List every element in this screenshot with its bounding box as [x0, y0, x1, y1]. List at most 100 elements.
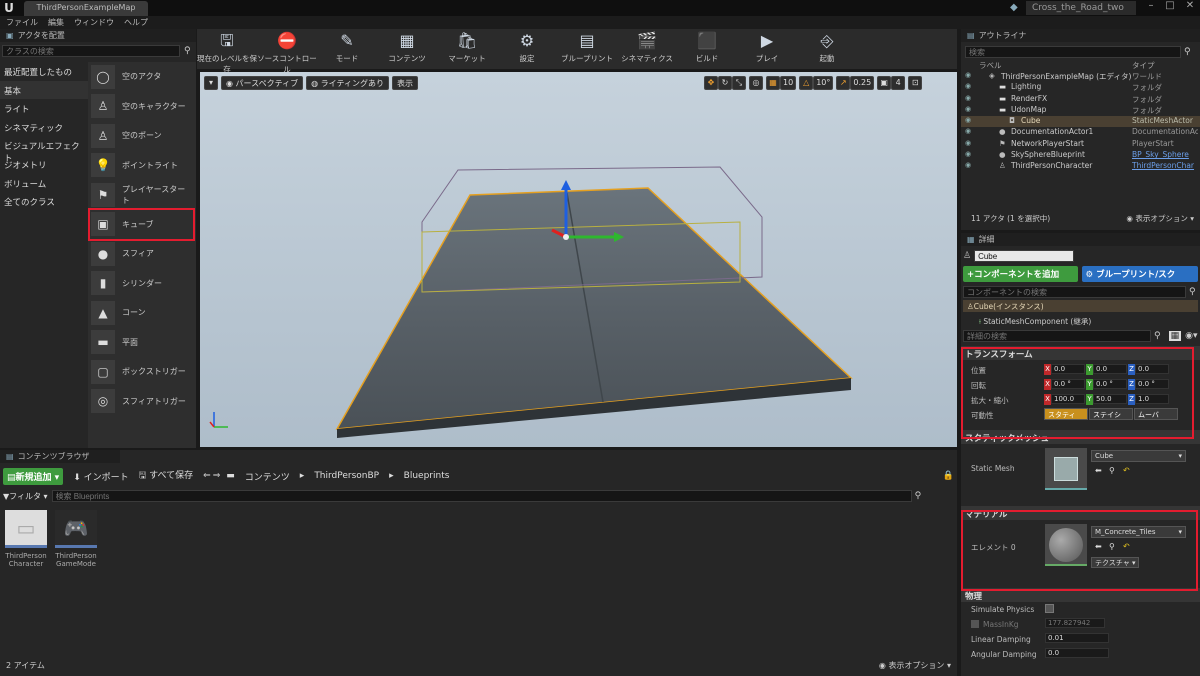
- world-local-icon[interactable]: ◎: [749, 76, 763, 90]
- import-button[interactable]: ⬇ インポート: [73, 470, 128, 483]
- menu-edit[interactable]: 編集: [48, 17, 64, 28]
- actor-item[interactable]: ◎ スフィアトリガー: [88, 387, 196, 417]
- scale-snap-icon[interactable]: ↗: [836, 76, 851, 90]
- scale-icon[interactable]: ⤡: [732, 76, 746, 90]
- actor-item[interactable]: ▢ ボックストリガー: [88, 357, 196, 387]
- outliner-row[interactable]: ◉ ▬ Lighting フォルダ: [961, 82, 1200, 93]
- outliner-row[interactable]: ◉ ◈ ThirdPersonExampleMap (エディタ) ワールド: [961, 71, 1200, 82]
- component-row[interactable]: ⟊ StaticMeshComponent (継承): [961, 313, 1200, 327]
- visibility-eye-icon[interactable]: ◉: [965, 71, 971, 79]
- toolbar-button[interactable]: ✎ モード: [317, 29, 377, 69]
- visibility-eye-icon[interactable]: ◉: [965, 116, 971, 124]
- place-actors-tab[interactable]: ▣ アクタを配置: [0, 29, 196, 42]
- asset-tile[interactable]: ▭ ThirdPerson Character: [5, 510, 47, 568]
- maximize-icon[interactable]: □: [1162, 0, 1178, 14]
- toolbar-button[interactable]: ⛔ ソースコントロール: [257, 29, 317, 74]
- map-tab[interactable]: ThirdPersonExampleMap: [24, 1, 148, 16]
- actor-item[interactable]: ▬ 平面: [88, 328, 196, 358]
- col-label[interactable]: ラベル: [979, 60, 1002, 71]
- path-thirdpersonbp[interactable]: ThirdPersonBP: [314, 471, 379, 481]
- actor-item[interactable]: ⚑ プレイヤースタート: [88, 180, 196, 210]
- camera-speed-icon[interactable]: ▣: [877, 76, 892, 90]
- outliner-view-options[interactable]: ◉ 表示オプション ▾: [1126, 213, 1194, 224]
- visibility-eye-icon[interactable]: ◉: [965, 105, 971, 113]
- toolbar-button[interactable]: 🖫 現在のレベルを保存: [197, 29, 257, 74]
- linear-damping-value[interactable]: 0.01: [1045, 633, 1109, 643]
- use-selected-icon[interactable]: ⬅: [1095, 466, 1102, 475]
- folder-icon[interactable]: ▬: [226, 471, 235, 481]
- menu-file[interactable]: ファイル: [6, 17, 38, 28]
- outliner-row[interactable]: ◉ ▬ RenderFX フォルダ: [961, 94, 1200, 105]
- actor-item[interactable]: ▲ コーン: [88, 298, 196, 328]
- category-item[interactable]: 基本: [0, 80, 88, 100]
- visibility-eye-icon[interactable]: ◉: [965, 161, 971, 169]
- content-search-icon[interactable]: ⚲: [915, 491, 922, 501]
- content-view-options[interactable]: ◉ 表示オプション ▾: [879, 660, 951, 671]
- menu-window[interactable]: ウィンドウ: [74, 17, 114, 28]
- lock-icon[interactable]: 🔒: [943, 471, 954, 481]
- menu-help[interactable]: ヘルプ: [124, 17, 148, 28]
- category-item[interactable]: シネマティック: [0, 118, 88, 137]
- toolbar-button[interactable]: ▤ ブループリント: [557, 29, 617, 69]
- col-type[interactable]: タイプ: [1132, 60, 1155, 71]
- visibility-eye-icon[interactable]: ◉: [965, 82, 971, 90]
- perspective-button[interactable]: ◉ パースペクティブ: [221, 76, 304, 90]
- category-item[interactable]: ビジュアルエフェクト: [0, 136, 88, 164]
- actor-item[interactable]: ♙ 空のキャラクター: [88, 92, 196, 122]
- asset-tile[interactable]: 🎮 ThirdPerson GameMode: [55, 510, 97, 568]
- maximize-viewport-icon[interactable]: ⊡: [908, 76, 923, 90]
- actor-item[interactable]: 💡 ポイントライト: [88, 151, 196, 181]
- toolbar-button[interactable]: ⬛ ビルド: [677, 29, 737, 69]
- forward-icon[interactable]: ⇒: [213, 471, 221, 481]
- path-blueprints[interactable]: Blueprints: [404, 471, 450, 481]
- browse-icon[interactable]: ⚲: [1109, 466, 1115, 475]
- outliner-search-icon[interactable]: ⚲: [1184, 47, 1191, 57]
- content-search-input[interactable]: [51, 490, 912, 502]
- toolbar-button[interactable]: ⚙ 設定: [497, 29, 557, 69]
- blueprint-script-button[interactable]: ⚙ ブループリント/スク: [1081, 266, 1198, 282]
- actor-name-input[interactable]: [974, 250, 1075, 262]
- camera-speed-value[interactable]: 4: [891, 76, 906, 90]
- close-icon[interactable]: ✕: [1182, 0, 1198, 14]
- visibility-eye-icon[interactable]: ◉: [965, 127, 971, 135]
- add-component-button[interactable]: +コンポーネントを追加: [963, 266, 1078, 282]
- visibility-eye-icon[interactable]: ◉: [965, 139, 971, 147]
- class-search-input[interactable]: [2, 45, 180, 57]
- category-item[interactable]: 全てのクラス: [0, 192, 88, 211]
- toolbar-button[interactable]: ▶ プレイ: [737, 29, 797, 69]
- minimize-icon[interactable]: –: [1143, 0, 1159, 14]
- outliner-row[interactable]: ◉ ◘ Cube StaticMeshActor: [961, 116, 1200, 128]
- viewport-menu-button[interactable]: ▾: [204, 76, 219, 90]
- path-contents[interactable]: コンテンツ: [245, 470, 290, 483]
- outliner-tab[interactable]: ▤ アウトライナ: [961, 29, 1200, 42]
- category-item[interactable]: ボリューム: [0, 174, 88, 193]
- translate-icon[interactable]: ✥: [704, 76, 718, 90]
- category-item[interactable]: ジオメトリ: [0, 155, 88, 174]
- component-search-icon[interactable]: ⚲: [1189, 287, 1196, 297]
- visibility-eye-icon[interactable]: ◉: [965, 94, 971, 102]
- property-matrix-icon[interactable]: ▦: [1168, 331, 1182, 341]
- toolbar-button[interactable]: ⎆ 起動: [797, 29, 857, 69]
- visibility-eye-icon[interactable]: ◉: [965, 150, 971, 158]
- outliner-row[interactable]: ◉ ▬ UdonMap フォルダ: [961, 105, 1200, 116]
- outliner-row[interactable]: ◉ ● SkySphereBlueprint BP_Sky_Sphere: [961, 150, 1200, 161]
- search-icon[interactable]: ⚲: [184, 46, 191, 56]
- outliner-row[interactable]: ◉ ⚑ NetworkPlayerStart PlayerStart: [961, 139, 1200, 150]
- rotation-snap-icon[interactable]: △: [799, 76, 814, 90]
- back-icon[interactable]: ⇐: [203, 471, 211, 481]
- save-all-button[interactable]: 🖫 すべて保存: [139, 468, 194, 484]
- category-item[interactable]: ライト: [0, 99, 88, 118]
- content-browser-tab[interactable]: ▤ コンテンツブラウザ: [0, 450, 120, 463]
- toolbar-button[interactable]: 🎬 シネマティクス: [617, 29, 677, 69]
- actor-item[interactable]: ▮ シリンダー: [88, 269, 196, 299]
- angular-damping-value[interactable]: 0.0: [1045, 648, 1109, 658]
- grid-snap-value[interactable]: 10: [780, 76, 797, 90]
- actor-item[interactable]: ♙ 空のポーン: [88, 121, 196, 151]
- toolbar-button[interactable]: ▦ コンテンツ: [377, 29, 437, 69]
- reset-icon[interactable]: ↶: [1123, 466, 1130, 475]
- static-mesh-thumbnail[interactable]: [1045, 448, 1087, 490]
- add-new-button[interactable]: ▤新規追加 ▾: [3, 467, 64, 485]
- outliner-row[interactable]: ◉ ♙ ThirdPersonCharacter ThirdPersonChar: [961, 161, 1200, 172]
- component-search-input[interactable]: [963, 286, 1186, 298]
- toolbar-button[interactable]: 🛍 マーケット: [437, 29, 497, 69]
